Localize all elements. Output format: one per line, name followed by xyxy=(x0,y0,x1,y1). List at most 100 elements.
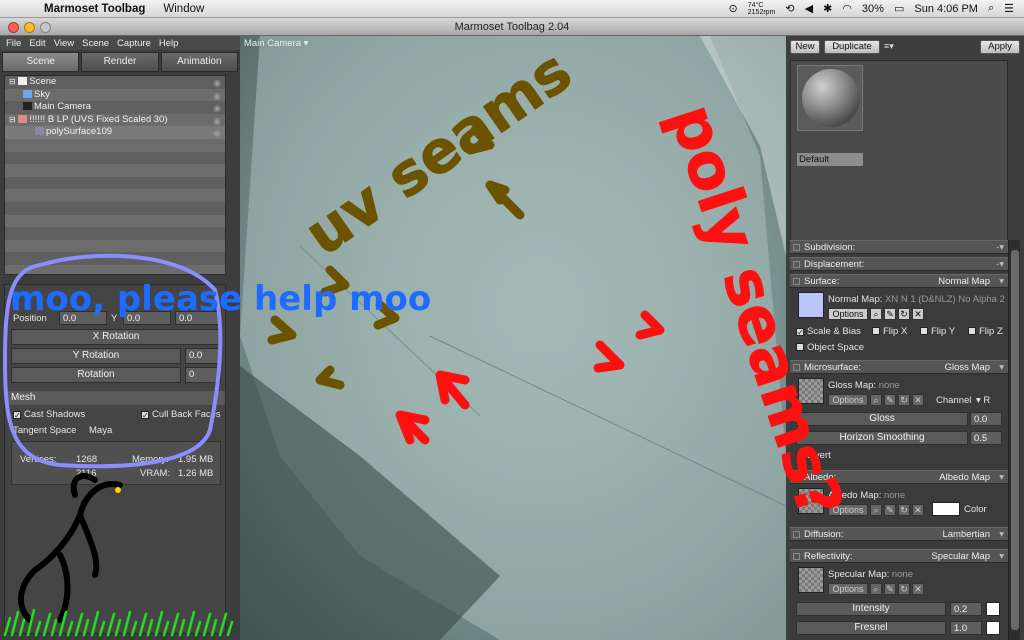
gloss-map-thumbnail[interactable] xyxy=(798,378,824,404)
volume-icon[interactable]: ◀ xyxy=(805,2,813,15)
tab-scene[interactable]: Scene xyxy=(2,52,80,72)
albedo-map-reload-icon[interactable]: ↻ xyxy=(898,504,910,516)
scrollbar-thumb[interactable] xyxy=(1011,250,1019,630)
menu-window[interactable]: Window xyxy=(163,3,204,15)
microsurface-header[interactable]: Microsurface: Gloss Map ▾ xyxy=(790,360,1008,374)
normal-map-edit-icon[interactable]: ✎ xyxy=(884,308,896,320)
surface-header[interactable]: Surface: Normal Map ▾ xyxy=(790,274,1008,288)
time-machine-icon[interactable]: ⟲ xyxy=(785,2,794,15)
scale-bias-checkbox[interactable]: ✓ Scale & Bias xyxy=(796,326,861,337)
albedo-map-browse-icon[interactable]: ⌕ xyxy=(870,504,882,516)
mesh-section-header[interactable]: Mesh xyxy=(5,391,225,405)
fresnel-color-swatch[interactable] xyxy=(986,621,1000,635)
wifi-icon[interactable]: ◠ xyxy=(842,2,852,15)
tab-render[interactable]: Render xyxy=(81,52,159,72)
flip-x-checkbox[interactable]: Flip X xyxy=(872,326,907,337)
spotlight-icon[interactable]: ⌕ xyxy=(988,2,994,15)
fresnel-field[interactable]: 1.0 xyxy=(950,621,982,635)
position-y-field[interactable]: 0.0 xyxy=(123,311,171,325)
menu-scene[interactable]: Scene xyxy=(82,38,109,49)
z-rotation-field[interactable]: 0 xyxy=(185,367,221,383)
close-window-button[interactable] xyxy=(8,22,19,33)
tangent-space-select[interactable]: Maya xyxy=(89,425,112,436)
specular-map-thumbnail[interactable] xyxy=(798,567,824,593)
collapse-icon[interactable]: ⊟ xyxy=(9,115,16,124)
material-scrollbar[interactable] xyxy=(1008,240,1020,640)
normal-map-reload-icon[interactable]: ↻ xyxy=(898,308,910,320)
notification-icon[interactable]: ☰ xyxy=(1004,2,1014,15)
subdivision-header[interactable]: Subdivision: -▾ xyxy=(790,240,1008,254)
horizon-smoothing-field[interactable]: 0.5 xyxy=(970,431,1002,445)
menu-file[interactable]: File xyxy=(6,38,21,49)
cast-shadows-checkbox[interactable]: ✓ Cast Shadows xyxy=(13,409,85,420)
menu-help[interactable]: Help xyxy=(159,38,179,49)
gloss-slider[interactable]: Gloss xyxy=(796,412,968,426)
gloss-map-reload-icon[interactable]: ↻ xyxy=(898,394,910,406)
intensity-field[interactable]: 0.2 xyxy=(950,602,982,616)
menu-capture[interactable]: Capture xyxy=(117,38,151,49)
zoom-window-button[interactable] xyxy=(40,22,51,33)
apply-material-button[interactable]: Apply xyxy=(980,40,1020,54)
albedo-header[interactable]: Albedo: Albedo Map ▾ xyxy=(790,470,1008,484)
bluetooth-icon[interactable]: ✱ xyxy=(823,2,832,15)
specular-color-swatch[interactable] xyxy=(986,602,1000,616)
diffusion-header[interactable]: Diffusion: Lambertian ▾ xyxy=(790,527,1008,541)
minimize-window-button[interactable] xyxy=(24,22,35,33)
flip-y-checkbox[interactable]: Flip Y xyxy=(920,326,955,337)
duplicate-material-button[interactable]: Duplicate xyxy=(824,40,880,54)
horizon-smoothing-slider[interactable]: Horizon Smoothing xyxy=(796,431,968,445)
clock[interactable]: Sun 4:06 PM xyxy=(914,3,978,15)
gloss-map-edit-icon[interactable]: ✎ xyxy=(884,394,896,406)
fan-control-icon[interactable]: ⊙ xyxy=(729,2,738,15)
material-name[interactable]: Default xyxy=(797,153,863,166)
normal-map-browse-icon[interactable]: ⌕ xyxy=(870,308,882,320)
x-rotation-slider[interactable]: X Rotation xyxy=(11,329,221,345)
menu-view[interactable]: View xyxy=(54,38,74,49)
new-material-button[interactable]: New xyxy=(790,40,820,54)
normal-map-options-button[interactable]: Options xyxy=(828,308,868,320)
tree-item-main-camera[interactable]: Main Camera ◉ xyxy=(5,101,225,114)
tree-item-scene[interactable]: ⊟ Scene ◉ xyxy=(5,76,225,89)
material-menu-icon[interactable]: ≡▾ xyxy=(884,41,894,52)
gloss-field[interactable]: 0.0 xyxy=(970,412,1002,426)
tree-item-sky[interactable]: Sky ◉ xyxy=(5,88,225,102)
albedo-map-thumbnail[interactable] xyxy=(798,488,824,514)
channel-select[interactable]: ▾ R xyxy=(976,395,990,406)
y-rotation-slider[interactable]: Y Rotation xyxy=(11,348,181,364)
albedo-map-clear-icon[interactable]: ✕ xyxy=(912,504,924,516)
battery-percent[interactable]: 30% xyxy=(862,3,884,15)
z-rotation-slider[interactable]: Rotation xyxy=(11,367,181,383)
albedo-map-edit-icon[interactable]: ✎ xyxy=(884,504,896,516)
3d-viewport[interactable]: Main Camera ▾ xyxy=(240,36,786,640)
object-space-checkbox[interactable]: Object Space xyxy=(796,342,864,353)
reflectivity-header[interactable]: Reflectivity: Specular Map ▾ xyxy=(790,549,1008,563)
y-rotation-field[interactable]: 0.0 xyxy=(185,348,221,364)
position-z-field[interactable]: 0.0 xyxy=(175,311,221,325)
gloss-map-options-button[interactable]: Options xyxy=(828,394,868,406)
camera-selector[interactable]: Main Camera ▾ xyxy=(244,38,308,49)
menu-edit[interactable]: Edit xyxy=(29,38,45,49)
fresnel-slider[interactable]: Fresnel xyxy=(796,621,946,635)
material-thumbnail[interactable] xyxy=(797,65,863,131)
normal-map-thumbnail[interactable] xyxy=(798,292,824,318)
tree-item-polysurface[interactable]: polySurface109 ◉ xyxy=(5,126,225,139)
tab-animation[interactable]: Animation xyxy=(160,52,238,72)
albedo-color-swatch[interactable] xyxy=(932,502,960,516)
tree-item-mesh-group[interactable]: ⊟ !!!!!! B LP (UVS Fixed Scaled 30) ◉ xyxy=(5,113,225,127)
position-x-field[interactable]: 0.0 xyxy=(59,311,107,325)
invert-checkbox[interactable]: Invert xyxy=(796,450,831,461)
specular-map-reload-icon[interactable]: ↻ xyxy=(898,583,910,595)
collapse-icon[interactable]: ⊟ xyxy=(9,77,16,86)
specular-map-options-button[interactable]: Options xyxy=(828,583,868,595)
albedo-map-options-button[interactable]: Options xyxy=(828,504,868,516)
cull-back-faces-checkbox[interactable]: ✓ Cull Back Faces xyxy=(141,409,221,420)
app-menu-title[interactable]: Marmoset Toolbag xyxy=(44,3,145,15)
specular-map-clear-icon[interactable]: ✕ xyxy=(912,583,924,595)
gloss-map-browse-icon[interactable]: ⌕ xyxy=(870,394,882,406)
intensity-slider[interactable]: Intensity xyxy=(796,602,946,616)
flip-z-checkbox[interactable]: Flip Z xyxy=(968,326,1003,337)
specular-map-browse-icon[interactable]: ⌕ xyxy=(870,583,882,595)
normal-map-clear-icon[interactable]: ✕ xyxy=(912,308,924,320)
gloss-map-clear-icon[interactable]: ✕ xyxy=(912,394,924,406)
displacement-header[interactable]: Displacement: -▾ xyxy=(790,257,1008,271)
